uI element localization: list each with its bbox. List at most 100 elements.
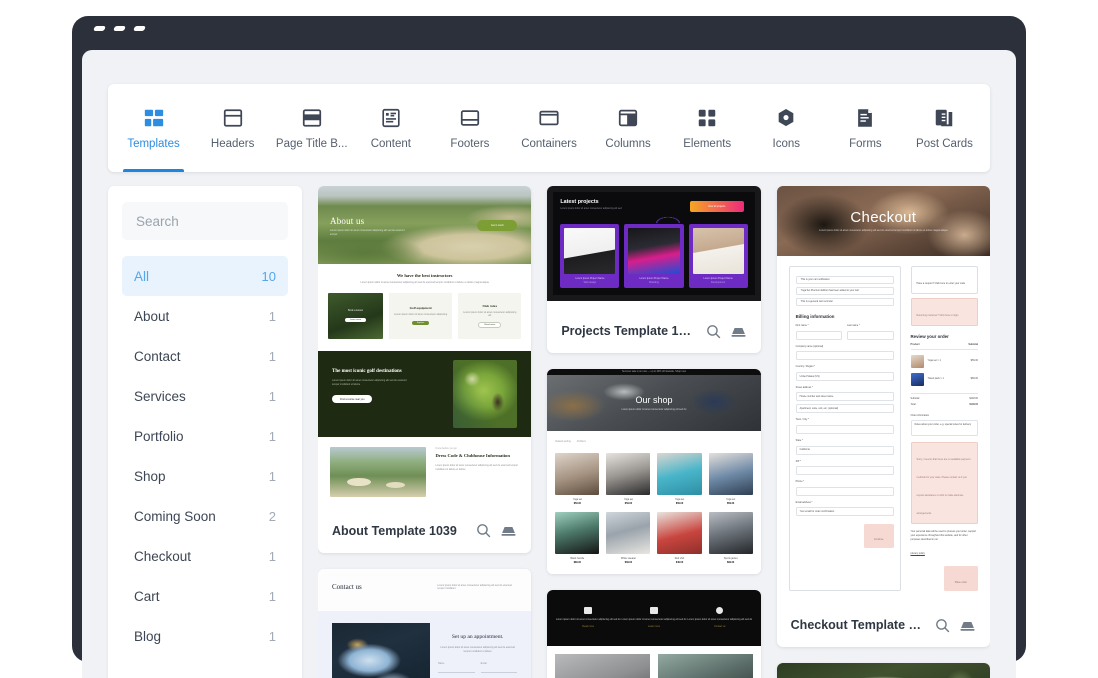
category-count: 10 <box>261 268 276 284</box>
tab-label: Icons <box>772 137 801 150</box>
blog-link-c[interactable]: Contact us <box>687 625 753 629</box>
sidebar-item-coming-soon[interactable]: Coming Soon 2 <box>122 496 288 536</box>
tab-content[interactable]: Content <box>351 84 430 172</box>
sidebar-item-shop[interactable]: Shop 1 <box>122 456 288 496</box>
product-item[interactable]: Yoga set $59.00 <box>708 453 753 505</box>
shop-filter-select[interactable]: All filters <box>577 440 586 444</box>
order-item-image <box>910 354 924 368</box>
import-icon[interactable] <box>959 617 976 634</box>
search-icon[interactable] <box>475 522 492 539</box>
window-dot-3 <box>132 25 147 31</box>
contact-field-b-input[interactable] <box>480 666 518 673</box>
tab-label: Templates <box>127 137 180 150</box>
category-tabbar: Templates Headers Page Title B... Conten… <box>108 84 990 172</box>
tab-post-cards[interactable]: Post Cards <box>905 84 984 172</box>
checkout-first-name-input[interactable] <box>795 330 843 340</box>
checkout-state-select[interactable]: California <box>795 445 894 455</box>
tab-templates[interactable]: Templates <box>114 84 193 172</box>
tab-icons[interactable]: Icons <box>747 84 826 172</box>
sidebar-item-all[interactable]: All 10 <box>122 256 288 296</box>
checkout-notice-a[interactable]: This is your cart notification <box>795 276 894 284</box>
project-item-a[interactable]: Lorem Ipsum Project Name Web design <box>560 224 620 289</box>
about-hero-button[interactable]: Get in touch <box>477 220 518 231</box>
tab-containers[interactable]: Containers <box>509 84 588 172</box>
search-icon[interactable] <box>705 323 722 340</box>
template-card-checkout[interactable]: Checkout Lorem ipsum dolor sit amet cons… <box>776 186 990 648</box>
contact-field-a-input[interactable] <box>438 666 475 673</box>
checkout-login-notice[interactable]: Returning customer? Click here to login <box>910 298 978 326</box>
card-footer: About Template 1039 <box>318 509 531 553</box>
about-card-c[interactable]: Club rules Lorem ipsum dolor sit amet co… <box>458 292 522 339</box>
sidebar-item-blog[interactable]: Blog 1 <box>122 616 288 656</box>
checkout-phone-input[interactable] <box>795 486 894 496</box>
about-dark-button[interactable]: Find a course near you <box>332 395 373 404</box>
about-section-heading: We have the best instructors <box>396 273 453 278</box>
category-sidebar: All 10 About 1 Contact 1 Services 1 <box>108 186 302 678</box>
template-thumbnail: About us Lorem ipsum dolor sit amet cons… <box>318 186 532 509</box>
about-card-a[interactable]: Book a lesson Learn more <box>328 292 384 339</box>
import-icon[interactable] <box>500 522 517 539</box>
checkout-zip-input[interactable] <box>795 466 894 476</box>
product-item[interactable]: Black hoodie $89.00 <box>555 512 600 564</box>
tab-forms[interactable]: Forms <box>826 84 905 172</box>
product-item[interactable]: Sports jacket $99.00 <box>708 512 753 564</box>
search-icon[interactable] <box>934 617 951 634</box>
shop-heading: Our shop <box>635 394 673 405</box>
template-card-about[interactable]: About us Lorem ipsum dolor sit amet cons… <box>318 186 532 553</box>
projects-cta-button[interactable]: View all projects <box>689 201 744 212</box>
checkout-city-input[interactable] <box>795 425 894 435</box>
tab-columns[interactable]: Columns <box>589 84 668 172</box>
template-card-blog[interactable]: Lorem ipsum dolor sit amet consectetur a… <box>547 589 761 678</box>
search-input[interactable] <box>122 202 288 240</box>
checkout-coupon-notice[interactable]: Have a coupon? Click here to enter your … <box>910 266 978 294</box>
product-image <box>555 512 600 555</box>
product-item[interactable]: Yoga set $59.00 <box>606 453 651 505</box>
checkout-email-input[interactable]: Your email for order confirmation <box>795 507 894 517</box>
project-item-b[interactable]: Lorem Ipsum Project Name Branding <box>624 224 684 289</box>
forms-icon <box>854 107 876 129</box>
product-item[interactable]: White sweater $69.00 <box>606 512 651 564</box>
about-card-b[interactable]: Golf equipment Lorem ipsum dolor sit ame… <box>389 292 453 339</box>
checkout-country-select[interactable]: United States (US) <box>795 371 894 381</box>
sidebar-item-checkout[interactable]: Checkout 1 <box>122 536 288 576</box>
cart-hero-image <box>776 663 990 678</box>
projects-card-row: Lorem Ipsum Project Name Web design Lore… <box>560 224 748 289</box>
product-item[interactable]: Yoga set $59.00 <box>657 453 702 505</box>
template-title: Projects Template 1608 <box>561 324 697 339</box>
template-card-projects[interactable]: Latest projects Lorem ipsum dolor sit am… <box>547 186 761 354</box>
category-count: 1 <box>268 308 276 324</box>
checkout-last-name-input[interactable] <box>847 330 894 340</box>
blog-link-a[interactable]: Read more <box>555 625 621 629</box>
product-item[interactable]: Red shirt $49.00 <box>657 512 702 564</box>
tab-headers[interactable]: Headers <box>193 84 272 172</box>
tab-page-title-bar[interactable]: Page Title B... <box>272 84 351 172</box>
place-order-button[interactable]: Place order <box>943 566 978 592</box>
sidebar-item-about[interactable]: About 1 <box>122 296 288 336</box>
privacy-policy-link[interactable]: privacy policy <box>911 552 925 555</box>
import-icon[interactable] <box>730 323 747 340</box>
blog-link-b[interactable]: Learn more <box>621 625 687 629</box>
checkout-street-input[interactable]: House number and street name <box>795 392 894 402</box>
checkout-continue-button[interactable]: Continue <box>863 524 894 549</box>
contact-field-a-label: Name <box>438 662 445 666</box>
project-item-b-image <box>628 228 680 274</box>
template-card-contact[interactable]: Contact us Lorem ipsum dolor sit amet co… <box>318 568 532 678</box>
sidebar-item-cart[interactable]: Cart 1 <box>122 576 288 616</box>
sidebar-item-services[interactable]: Services 1 <box>122 376 288 416</box>
template-card-shop[interactable]: Summer sale is on now — up to 40% off si… <box>547 369 761 574</box>
tab-footers[interactable]: Footers <box>430 84 509 172</box>
checkout-company-input[interactable] <box>795 351 894 361</box>
checkout-street2-input[interactable]: Apartment, suite, unit, etc. (optional) <box>795 404 894 414</box>
shop-sort-select[interactable]: Default sorting <box>555 440 570 444</box>
about-hero: About us Lorem ipsum dolor sit amet cons… <box>318 186 532 264</box>
checkout-order-notes-input[interactable]: Notes about your order, e.g. special not… <box>910 420 978 437</box>
sidebar-item-contact[interactable]: Contact 1 <box>122 336 288 376</box>
checkout-notice-c[interactable]: This is a general cart reminder <box>795 298 894 306</box>
project-item-c[interactable]: Lorem Ipsum Project Name Development <box>688 224 748 289</box>
checkout-notice-b[interactable]: Yoga Set Premium Edition has been added … <box>795 287 894 295</box>
template-card-cart[interactable]: Shopping cart Lorem ipsum dolor sit amet… <box>776 663 990 678</box>
product-item[interactable]: Yoga set $59.00 <box>555 453 600 505</box>
checkout-hero-heading: Checkout <box>850 209 917 227</box>
tab-elements[interactable]: Elements <box>668 84 747 172</box>
sidebar-item-portfolio[interactable]: Portfolio 1 <box>122 416 288 456</box>
